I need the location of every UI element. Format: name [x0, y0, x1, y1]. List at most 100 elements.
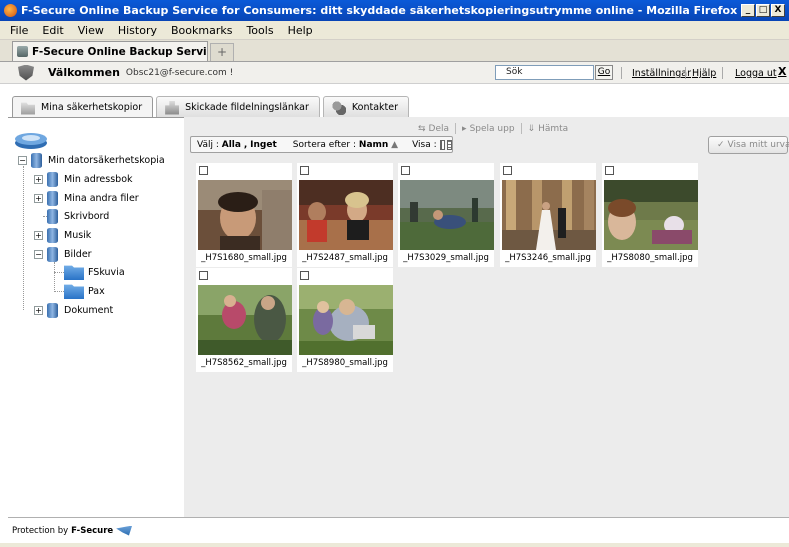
header-divider — [621, 67, 622, 79]
grid-view-icon[interactable] — [439, 139, 445, 150]
browser-tab-active[interactable]: F-Secure Online Backup Service for C... — [12, 41, 208, 61]
photo-checkbox[interactable] — [503, 166, 512, 175]
photo-filename: _H7S8562_small.jpg — [201, 358, 287, 368]
help-link[interactable]: Hjälp — [692, 68, 716, 79]
photo-checkbox[interactable] — [605, 166, 614, 175]
select-all-link[interactable]: Alla — [222, 140, 241, 150]
photo-filename: _H7S3029_small.jpg — [403, 253, 489, 263]
action-toolbar: ⇆ Dela ▸ Spela upp ⇓ Hämta — [418, 123, 568, 134]
expand-toggle[interactable]: + — [34, 194, 43, 203]
footer: Protection by F-Secure — [8, 517, 789, 543]
tree-line — [23, 166, 24, 310]
photo-filename: _H7S8980_small.jpg — [302, 358, 388, 368]
photo-checkbox[interactable] — [300, 166, 309, 175]
app-tabs: Mina säkerhetskopior Skickade fildelning… — [12, 96, 410, 118]
view-label: Visa : — [412, 139, 437, 150]
show-selection-button[interactable]: ✓ Visa mitt urval — [708, 136, 789, 154]
toolbar-divider — [520, 123, 522, 134]
list-view-icon[interactable] — [446, 139, 452, 150]
photo-image — [400, 180, 494, 250]
share-action[interactable]: ⇆ Dela — [418, 124, 449, 134]
select-separator: , — [243, 139, 248, 150]
fsecure-logo-icon — [116, 525, 133, 536]
tree-item-music[interactable]: + Musik — [34, 228, 91, 243]
sort-value[interactable]: Namn — [359, 140, 388, 150]
firefox-icon — [4, 4, 17, 17]
tree-item-pax[interactable]: Pax — [64, 283, 105, 299]
menu-tools[interactable]: Tools — [240, 23, 279, 38]
folder-icon — [64, 284, 84, 299]
menu-file[interactable]: File — [4, 23, 34, 38]
settings-link[interactable]: Inställningar — [632, 68, 691, 79]
contacts-icon — [331, 100, 346, 115]
show-selection-label: Visa mitt urval — [727, 140, 789, 150]
play-icon: ▸ — [462, 123, 467, 134]
tree-item-documents[interactable]: + Dokument — [34, 303, 113, 318]
tree-item-fskuvia[interactable]: FSkuvia — [64, 264, 125, 280]
photo-thumbnail[interactable]: _H7S8080_small.jpg — [602, 163, 698, 267]
close-window-button[interactable]: X — [771, 4, 785, 17]
photo-thumbnail[interactable]: _H7S8562_small.jpg — [196, 268, 292, 372]
play-label: Spela upp — [469, 123, 515, 134]
tab-sent-share-links[interactable]: Skickade fildelningslänkar — [156, 96, 320, 118]
logout-link[interactable]: Logga ut — [735, 68, 777, 79]
menu-history[interactable]: History — [112, 23, 163, 38]
expand-toggle[interactable]: + — [34, 175, 43, 184]
tree-line — [54, 262, 55, 292]
photo-thumbnail[interactable]: _H7S3029_small.jpg — [398, 163, 494, 267]
photo-checkbox[interactable] — [199, 166, 208, 175]
window-titlebar: F-Secure Online Backup Service for Consu… — [0, 0, 789, 21]
tree-item-desktop[interactable]: Skrivbord — [47, 209, 109, 224]
play-action[interactable]: ▸ Spela upp — [462, 124, 515, 134]
photo-image — [299, 180, 393, 250]
window-title: F-Secure Online Backup Service for Consu… — [21, 4, 738, 17]
database-icon — [47, 303, 58, 318]
minimize-button[interactable]: _ — [741, 4, 755, 17]
browser-tab-strip: F-Secure Online Backup Service for C... … — [0, 40, 789, 62]
photo-thumbnail[interactable]: _H7S3246_small.jpg — [500, 163, 596, 267]
maximize-button[interactable]: □ — [756, 4, 770, 17]
photo-thumbnail[interactable]: _H7S1680_small.jpg — [196, 163, 292, 267]
tree-line — [54, 291, 64, 292]
tree-root[interactable]: − Min datorsäkerhetskopia — [18, 153, 165, 168]
photo-thumbnail[interactable]: _H7S8980_small.jpg — [297, 268, 393, 372]
collapse-toggle[interactable]: − — [34, 250, 43, 259]
menu-edit[interactable]: Edit — [36, 23, 69, 38]
photo-checkbox[interactable] — [401, 166, 410, 175]
search-go-button[interactable]: Go — [595, 65, 613, 80]
tree-label: Min datorsäkerhetskopia — [48, 155, 165, 166]
tree-item-address-book[interactable]: + Min adressbok — [34, 172, 133, 187]
share-icon: ⇆ — [418, 123, 426, 134]
shield-icon — [18, 64, 34, 81]
tree-item-other-files[interactable]: + Mina andra filer — [34, 191, 139, 206]
user-email: Obsc21@f-secure.com ! — [125, 67, 234, 78]
tree-label: FSkuvia — [88, 266, 125, 278]
menu-view[interactable]: View — [72, 23, 110, 38]
backup-drive-icon — [15, 133, 47, 149]
share-link-icon — [165, 100, 180, 115]
tree-label: Skrivbord — [64, 211, 110, 222]
tab-my-backups[interactable]: Mina säkerhetskopior — [12, 96, 154, 118]
collapse-toggle[interactable]: − — [18, 156, 27, 165]
database-icon — [47, 209, 58, 224]
photo-checkbox[interactable] — [199, 271, 208, 280]
close-app-button[interactable]: X — [778, 65, 786, 78]
select-none-link[interactable]: Inget — [250, 140, 277, 150]
photo-thumbnail[interactable]: _H7S2487_small.jpg — [297, 163, 393, 267]
expand-toggle[interactable]: + — [34, 231, 43, 240]
photo-filename: _H7S1680_small.jpg — [201, 253, 287, 263]
menu-bookmarks[interactable]: Bookmarks — [165, 23, 238, 38]
tree-item-pictures[interactable]: − Bilder — [34, 247, 92, 262]
menu-help[interactable]: Help — [282, 23, 319, 38]
download-icon: ⇓ — [527, 123, 536, 134]
tab-contacts[interactable]: Kontakter — [322, 96, 410, 118]
photo-checkbox[interactable] — [300, 271, 309, 280]
photo-image — [198, 285, 292, 355]
search-input[interactable]: Sök — [495, 65, 594, 80]
expand-toggle[interactable]: + — [34, 306, 43, 315]
sort-arrow-icon[interactable]: ▲ — [391, 140, 398, 150]
tab-label: Kontakter — [351, 102, 399, 113]
tree-label: Bilder — [64, 249, 92, 260]
download-action[interactable]: ⇓ Hämta — [528, 124, 569, 134]
new-tab-button[interactable]: + — [210, 43, 234, 61]
